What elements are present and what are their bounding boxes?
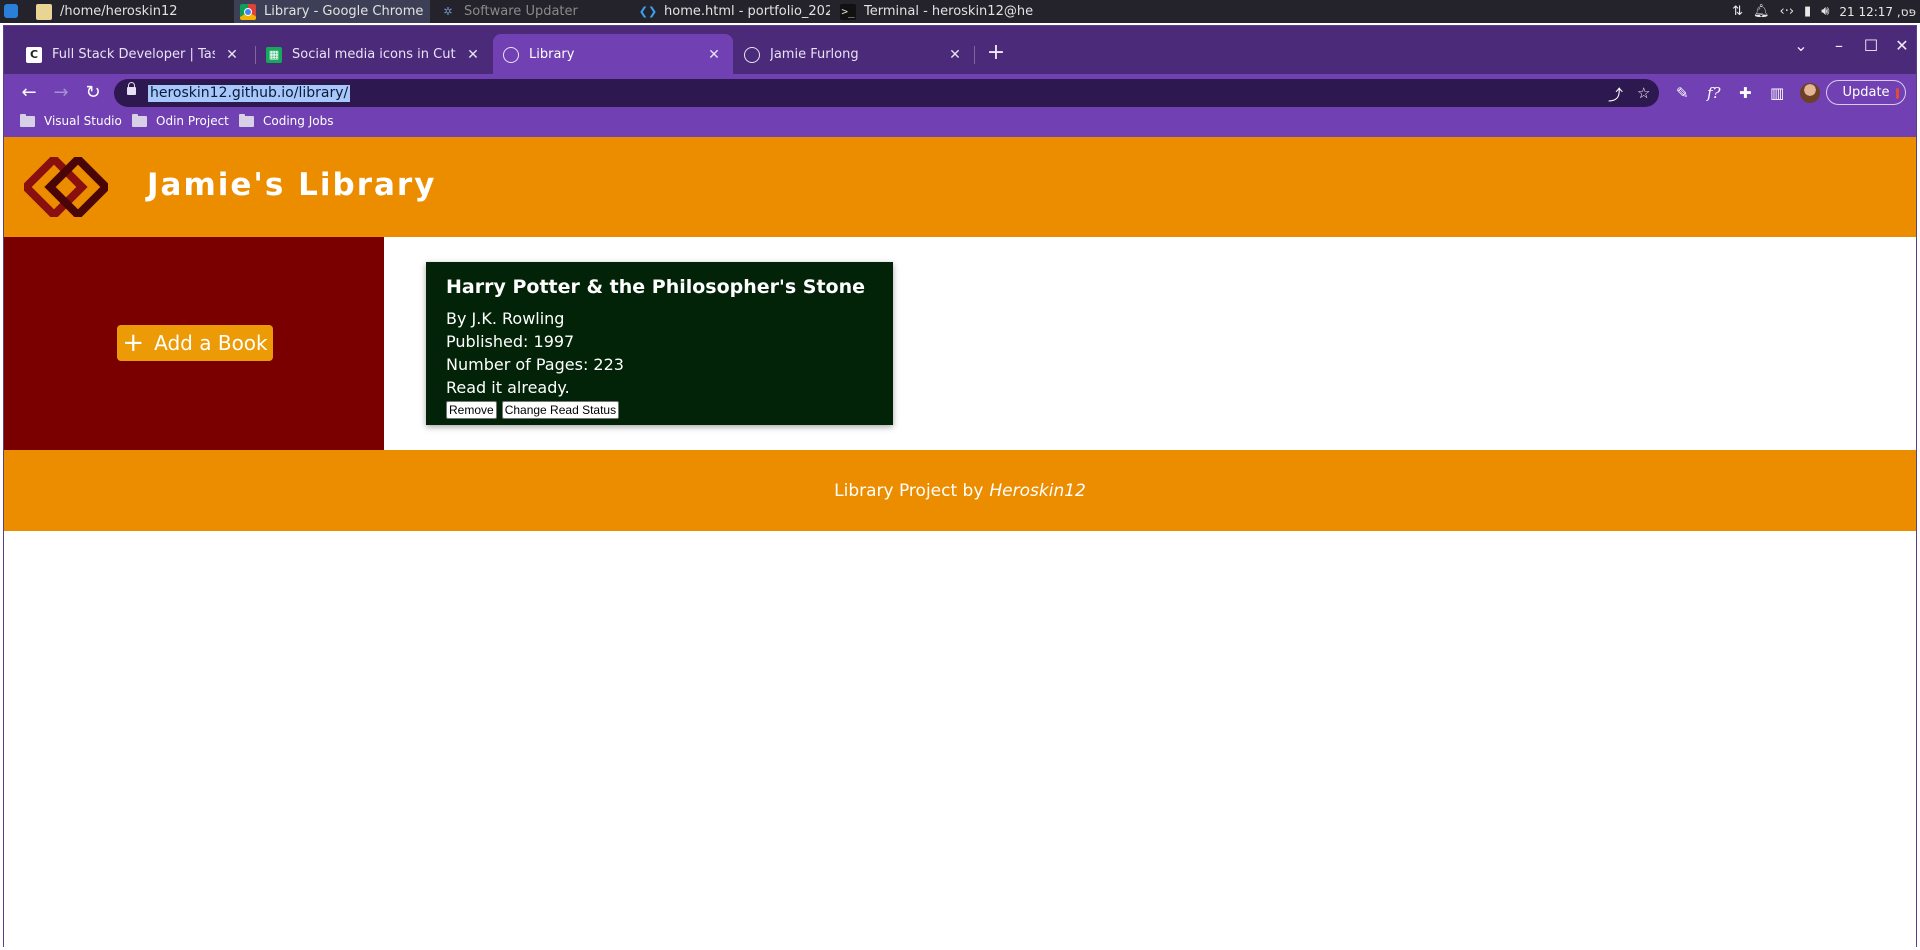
folder-icon bbox=[36, 3, 52, 20]
tab-title: Social media icons in Cute Outli bbox=[292, 47, 456, 62]
close-icon[interactable]: ✕ bbox=[223, 47, 241, 63]
change-read-status-button[interactable]: Change Read Status bbox=[501, 401, 620, 419]
taskbar-app-file-manager[interactable]: /home/heroskin12 bbox=[30, 0, 230, 23]
close-icon[interactable]: ✕ bbox=[946, 47, 964, 63]
folder-icon bbox=[20, 113, 35, 127]
font-finder-extension-icon[interactable]: f? bbox=[1707, 84, 1721, 102]
page-viewport: Jamie's Library + Add a Book Harry Potte… bbox=[4, 137, 1916, 947]
globe-icon bbox=[503, 46, 519, 63]
taskbar-app-terminal[interactable]: >_ Terminal - heroskin12@hero... bbox=[834, 0, 1034, 23]
taskbar-app-label: Library - Google Chrome bbox=[264, 4, 424, 19]
update-button-label: Update bbox=[1842, 85, 1890, 100]
update-alert-icon bbox=[1896, 88, 1899, 99]
tab-library[interactable]: Library ✕ bbox=[493, 34, 733, 75]
tab-title: Jamie Furlong bbox=[770, 47, 859, 62]
clock[interactable]: 21 פּס, 12:17 bbox=[1839, 5, 1916, 19]
network-transfer-icon[interactable]: ⇅ bbox=[1732, 4, 1743, 19]
taskbar-app-label: Software Updater bbox=[464, 4, 578, 19]
maximize-icon[interactable]: ☐ bbox=[1861, 36, 1881, 55]
book-actions: Remove Change Read Status bbox=[446, 401, 873, 419]
taskbar-app-vscode[interactable]: ❮❯ home.html - portfolio_2022 -... bbox=[634, 0, 830, 23]
book-published: Published: 1997 bbox=[446, 332, 575, 351]
browser-toolbar: ← → ↻ heroskin12.github.io/library/ ⤴ ☆ … bbox=[4, 74, 1916, 111]
tab-title: Library bbox=[529, 47, 575, 62]
book-card: Harry Potter & the Philosopher's Stone B… bbox=[426, 262, 893, 425]
tab-divider bbox=[974, 46, 975, 64]
footer-author-link[interactable]: Heroskin12 bbox=[989, 481, 1085, 501]
book-list: Harry Potter & the Philosopher's Stone B… bbox=[384, 237, 1916, 450]
site-footer: Library Project by Heroskin12 bbox=[4, 450, 1916, 531]
back-arrow-icon[interactable]: ← bbox=[16, 79, 42, 105]
sheets-favicon-icon: ▦ bbox=[266, 46, 282, 63]
book-read-status: Read it already. bbox=[446, 378, 570, 397]
lock-icon[interactable] bbox=[127, 82, 136, 95]
side-panel-icon[interactable]: ▥ bbox=[1770, 84, 1784, 102]
bookmark-visual-studio[interactable]: Visual Studio bbox=[20, 113, 122, 128]
bookmarks-bar: Visual Studio Odin Project Coding Jobs bbox=[4, 111, 1916, 137]
site-title: Jamie's Library bbox=[147, 167, 437, 203]
tab-full-stack-developer[interactable]: C Full Stack Developer | Tashinga ✕ bbox=[16, 34, 251, 75]
tab-search-chevron-down-icon[interactable]: ⌄ bbox=[1791, 36, 1811, 55]
share-icon[interactable]: ⤴ bbox=[1608, 84, 1623, 105]
tab-jamie-furlong[interactable]: Jamie Furlong ✕ bbox=[734, 34, 974, 75]
battery-icon[interactable]: ▮ bbox=[1804, 4, 1811, 19]
plus-icon: + bbox=[122, 328, 145, 358]
system-tray: ⇅ 🔔︎ ‹·› ▮ 🔊︎ 21 פּס, 12:17 bbox=[1732, 0, 1920, 23]
taskbar-app-label: home.html - portfolio_2022 -... bbox=[664, 4, 830, 19]
tab-strip: C Full Stack Developer | Tashinga ✕ ▦ So… bbox=[4, 26, 1916, 75]
network-icon[interactable]: ‹·› bbox=[1780, 4, 1795, 19]
sidebar: + Add a Book bbox=[4, 237, 384, 450]
extensions-puzzle-icon[interactable]: ✚ bbox=[1739, 84, 1752, 102]
profile-avatar[interactable] bbox=[1800, 83, 1820, 103]
book-pages: Number of Pages: 223 bbox=[446, 355, 624, 374]
bookmark-odin-project[interactable]: Odin Project bbox=[132, 113, 229, 128]
notifications-bell-icon[interactable]: 🔔︎ bbox=[1753, 4, 1770, 19]
add-book-label: Add a Book bbox=[154, 331, 268, 355]
new-tab-button[interactable]: + bbox=[982, 38, 1010, 66]
tab-favicon: C bbox=[26, 46, 42, 63]
tab-title: Full Stack Developer | Tashinga bbox=[52, 47, 215, 62]
taskbar-app-label: /home/heroskin12 bbox=[60, 4, 178, 19]
bookmark-label: Coding Jobs bbox=[263, 114, 334, 128]
taskbar-app-chrome[interactable]: Library - Google Chrome bbox=[234, 0, 430, 23]
chrome-icon bbox=[240, 3, 256, 20]
address-bar[interactable]: heroskin12.github.io/library/ ⤴ ☆ bbox=[114, 79, 1659, 107]
eyedropper-extension-icon[interactable]: ✎ bbox=[1676, 84, 1689, 102]
globe-icon bbox=[744, 46, 760, 63]
reload-icon[interactable]: ↻ bbox=[80, 79, 106, 105]
bookmark-star-icon[interactable]: ☆ bbox=[1637, 84, 1650, 102]
vscode-icon: ❮❯ bbox=[638, 5, 658, 18]
updater-icon: ✲ bbox=[443, 5, 453, 18]
remove-book-button[interactable]: Remove bbox=[446, 401, 497, 419]
bookmark-label: Visual Studio bbox=[44, 114, 122, 128]
os-taskbar: /home/heroskin12 Library - Google Chrome… bbox=[0, 0, 1920, 23]
forward-arrow-icon[interactable]: → bbox=[48, 79, 74, 105]
url-text[interactable]: heroskin12.github.io/library/ bbox=[148, 85, 351, 102]
folder-icon bbox=[239, 113, 254, 127]
bookmark-coding-jobs[interactable]: Coding Jobs bbox=[239, 113, 334, 128]
add-book-button[interactable]: + Add a Book bbox=[117, 325, 273, 361]
footer-text: Library Project by bbox=[834, 480, 984, 501]
close-icon[interactable]: ✕ bbox=[705, 47, 723, 63]
book-title: Harry Potter & the Philosopher's Stone bbox=[446, 276, 866, 298]
folder-icon bbox=[132, 113, 147, 127]
bookmark-label: Odin Project bbox=[156, 114, 229, 128]
close-icon[interactable]: ✕ bbox=[464, 47, 482, 63]
site-header: Jamie's Library bbox=[4, 137, 1916, 237]
chrome-window: C Full Stack Developer | Tashinga ✕ ▦ So… bbox=[3, 25, 1917, 947]
taskbar-app-label: Terminal - heroskin12@hero... bbox=[864, 4, 1034, 19]
tab-social-media-icons[interactable]: ▦ Social media icons in Cute Outli ✕ bbox=[256, 34, 492, 75]
book-author: By J.K. Rowling bbox=[446, 309, 565, 328]
start-menu-icon[interactable] bbox=[4, 4, 18, 18]
taskbar-app-software-updater[interactable]: ✲ Software Updater bbox=[434, 0, 624, 23]
terminal-icon: >_ bbox=[840, 3, 856, 20]
update-button[interactable]: Update bbox=[1826, 80, 1906, 105]
close-window-icon[interactable]: ✕ bbox=[1892, 36, 1912, 55]
minimize-icon[interactable]: – bbox=[1829, 36, 1849, 55]
volume-icon[interactable]: 🔊︎ bbox=[1821, 4, 1829, 19]
library-logo-icon bbox=[24, 157, 108, 217]
